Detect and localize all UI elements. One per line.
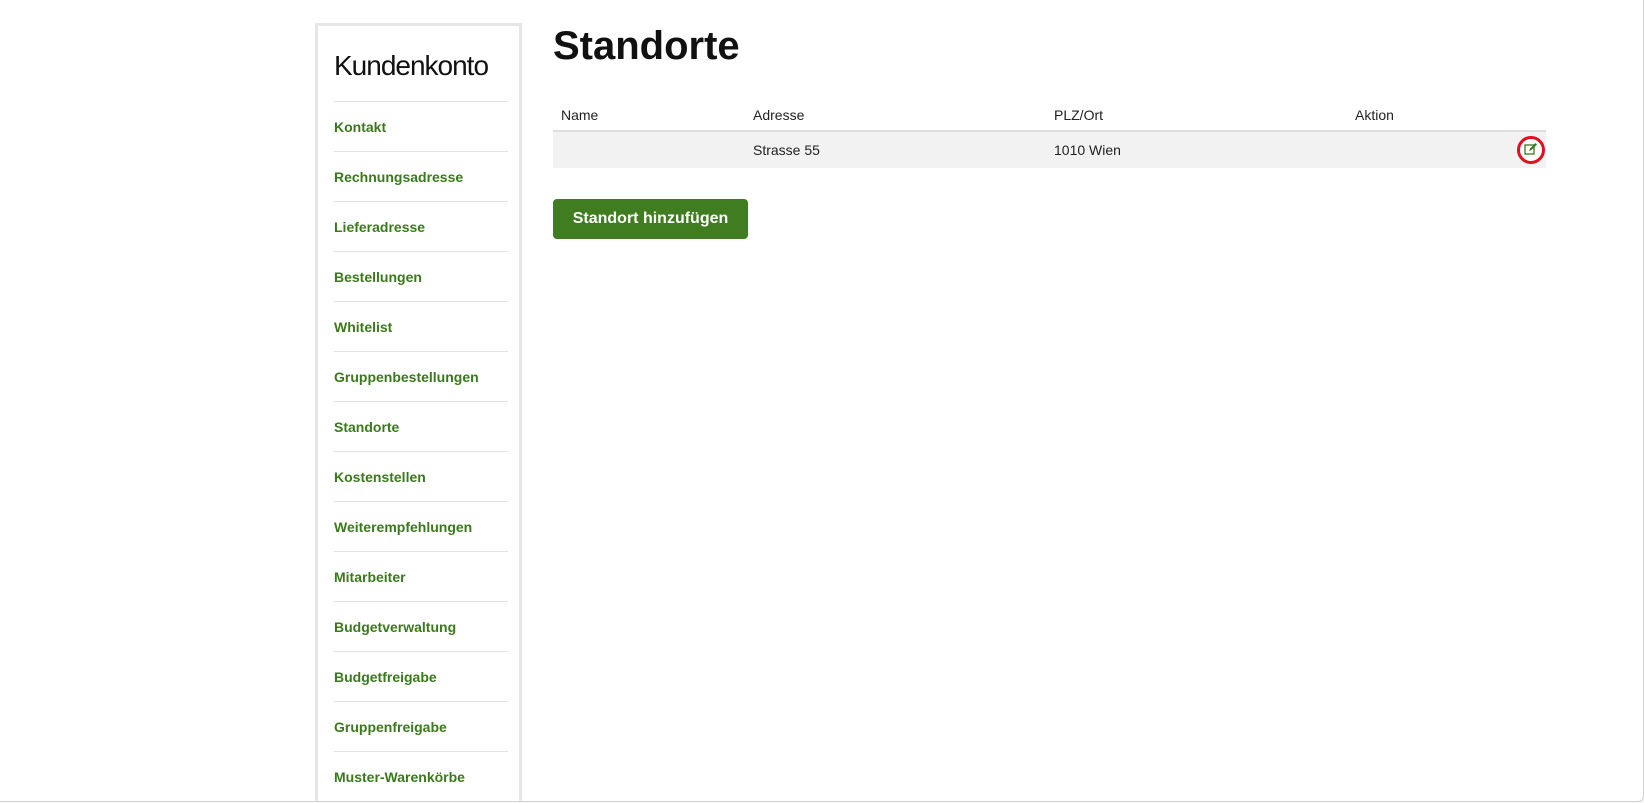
sidebar-item-bestellungen[interactable]: Bestellungen (334, 251, 508, 301)
edit-location-button[interactable] (1517, 136, 1545, 164)
sidebar-item-standorte[interactable]: Standorte (334, 401, 508, 451)
sidebar-item-label: Rechnungsadresse (334, 168, 464, 185)
sidebar-item-budgetfreigabe[interactable]: Budgetfreigabe (334, 651, 508, 701)
sidebar-item-label: Weiterempfehlungen (334, 518, 473, 535)
sidebar-nav: Kontakt Rechnungsadresse Lieferadresse B… (334, 101, 508, 801)
table-header: Name Adresse PLZ/Ort Aktion (553, 100, 1546, 132)
sidebar-item-whitelist[interactable]: Whitelist (334, 301, 508, 351)
header-aktion: Aktion (1355, 107, 1394, 123)
add-location-button[interactable]: Standort hinzufügen (553, 199, 748, 239)
sidebar-item-label: Bestellungen (334, 268, 422, 285)
sidebar-item-budgetverwaltung[interactable]: Budgetverwaltung (334, 601, 508, 651)
sidebar-item-mitarbeiter[interactable]: Mitarbeiter (334, 551, 508, 601)
table-row: Strasse 55 1010 Wien (553, 132, 1546, 168)
page-frame: Kundenkonto Kontakt Rechnungsadresse Lie… (0, 0, 1644, 802)
sidebar-item-kostenstellen[interactable]: Kostenstellen (334, 451, 508, 501)
edit-icon (1524, 142, 1538, 159)
sidebar-item-label: Kostenstellen (334, 468, 426, 485)
page-title: Standorte (553, 24, 740, 68)
sidebar-item-label: Budgetfreigabe (334, 668, 437, 685)
sidebar-item-gruppenfreigabe[interactable]: Gruppenfreigabe (334, 701, 508, 751)
locations-table: Name Adresse PLZ/Ort Aktion Strasse 55 1… (553, 100, 1546, 168)
header-name: Name (561, 107, 599, 123)
cell-adresse: Strasse 55 (753, 142, 820, 158)
sidebar-item-muster-warenkoerbe[interactable]: Muster-Warenkörbe (334, 751, 508, 801)
cell-plz-ort: 1010 Wien (1054, 142, 1121, 158)
sidebar-item-lieferadresse[interactable]: Lieferadresse (334, 201, 508, 251)
sidebar-item-rechnungsadresse[interactable]: Rechnungsadresse (334, 151, 508, 201)
sidebar-item-label: Gruppenbestellungen (334, 368, 479, 385)
sidebar-item-label: Standorte (334, 418, 400, 435)
account-sidebar: Kundenkonto Kontakt Rechnungsadresse Lie… (315, 23, 522, 801)
sidebar-item-kontakt[interactable]: Kontakt (334, 101, 508, 151)
sidebar-item-label: Lieferadresse (334, 218, 426, 235)
sidebar-item-label: Kontakt (334, 118, 387, 135)
header-plz-ort: PLZ/Ort (1054, 107, 1104, 123)
header-adresse: Adresse (753, 107, 805, 123)
sidebar-item-gruppenbestellungen[interactable]: Gruppenbestellungen (334, 351, 508, 401)
sidebar-item-label: Budgetverwaltung (334, 618, 457, 635)
sidebar-title: Kundenkonto (334, 50, 489, 81)
sidebar-item-label: Muster-Warenkörbe (334, 768, 465, 785)
sidebar-item-weiterempfehlungen[interactable]: Weiterempfehlungen (334, 501, 508, 551)
sidebar-item-label: Whitelist (334, 318, 393, 335)
sidebar-item-label: Gruppenfreigabe (334, 718, 447, 735)
sidebar-item-label: Mitarbeiter (334, 568, 406, 585)
